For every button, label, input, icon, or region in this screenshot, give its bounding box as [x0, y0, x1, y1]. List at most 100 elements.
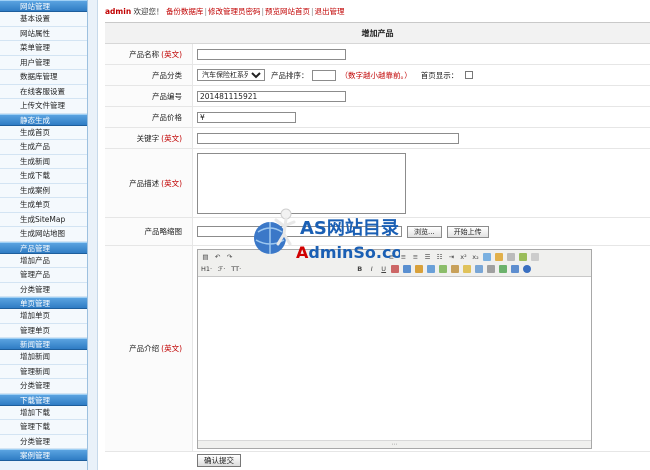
print-icon[interactable] — [507, 253, 515, 261]
sidebar-scroll-gutter[interactable] — [88, 0, 98, 470]
fullscreen-icon[interactable] — [519, 253, 527, 261]
row-keyword: 关键字 (英文) — [105, 128, 650, 149]
category-select[interactable]: 汽车保险杠系列 — [197, 69, 265, 81]
sidebar-item[interactable]: 基本设置 — [0, 12, 87, 27]
sidebar-item[interactable]: 生成案例 — [0, 183, 87, 198]
remove-format-icon[interactable] — [483, 253, 491, 261]
superscript-icon[interactable]: x² — [459, 253, 468, 262]
sidebar-item[interactable]: 增加产品 — [0, 253, 87, 268]
undo-icon[interactable]: ↶ — [213, 253, 222, 262]
top-bar: admin 欢迎您！ 备份数据库|修改管理员密码|预览网站首页|退出管理 — [105, 7, 345, 16]
indent-icon[interactable]: ⇥ — [447, 253, 456, 262]
sidebar-item[interactable]: 分类管理 — [0, 282, 87, 297]
sidebar-item[interactable]: 数据库管理 — [0, 70, 87, 85]
align-center-icon[interactable]: ≡ — [399, 253, 408, 262]
sidebar-item[interactable]: 生成单页 — [0, 198, 87, 213]
code-input[interactable] — [197, 90, 346, 102]
hr-icon[interactable] — [475, 265, 484, 273]
price-input[interactable] — [197, 111, 296, 123]
price-label: 产品价格 — [105, 107, 193, 127]
sidebar-item[interactable]: 生成新闻 — [0, 154, 87, 169]
watermark-brand: AS网站目录 — [300, 217, 399, 239]
backup-db-link[interactable]: 备份数据库 — [166, 7, 204, 16]
keyword-label: 关键字 (英文) — [105, 128, 193, 148]
sidebar-item[interactable]: 管理新闻 — [0, 364, 87, 379]
sidebar-item[interactable]: 生成下载 — [0, 169, 87, 184]
sidebar-item[interactable]: 分类管理 — [0, 434, 87, 449]
sidebar-section-header[interactable]: 静态生成 — [0, 113, 87, 126]
sidebar-item[interactable]: 管理下载 — [0, 420, 87, 435]
sort-label: 产品排序： — [271, 70, 309, 80]
row-product-name: 产品名称 (英文) — [105, 44, 650, 65]
row-code: 产品编号 — [105, 86, 650, 107]
underline-button[interactable]: U — [379, 265, 388, 274]
sidebar-item[interactable]: 分类管理 — [0, 379, 87, 394]
sidebar-item[interactable]: 增加下载 — [0, 405, 87, 420]
sidebar-item[interactable]: 增加新闻 — [0, 350, 87, 365]
preview-home-link[interactable]: 预览网站首页 — [265, 7, 310, 16]
keyword-input[interactable] — [197, 132, 459, 144]
paste-icon[interactable]: ▤ — [201, 253, 210, 262]
link-icon[interactable] — [403, 265, 412, 273]
help-icon[interactable] — [523, 265, 532, 273]
media-icon[interactable] — [439, 265, 448, 273]
bold-button[interactable]: B — [355, 265, 364, 274]
sidebar-item[interactable]: 管理产品 — [0, 268, 87, 283]
upload-button[interactable]: 开始上传 — [446, 225, 489, 238]
image-icon[interactable] — [415, 265, 424, 273]
form-title: 增加产品 — [105, 23, 650, 44]
emoticon-icon[interactable] — [463, 265, 472, 273]
username: admin — [105, 7, 132, 16]
select-all-icon[interactable] — [495, 253, 503, 261]
browse-button[interactable]: 浏览... — [407, 225, 442, 238]
font-size-dropdown[interactable]: TT· — [231, 265, 241, 273]
code-icon[interactable] — [499, 265, 508, 273]
sidebar-item[interactable]: 网站属性 — [0, 26, 87, 41]
sidebar-item[interactable]: 用户管理 — [0, 55, 87, 70]
heading-dropdown[interactable]: H1· — [201, 265, 212, 273]
home-display-checkbox[interactable] — [465, 71, 474, 79]
code-label: 产品编号 — [105, 86, 193, 106]
subscript-icon[interactable]: x₂ — [471, 253, 480, 262]
ordered-list-icon[interactable]: ☰ — [423, 253, 432, 262]
align-right-icon[interactable]: ≡ — [411, 253, 420, 262]
italic-button[interactable]: I — [367, 265, 376, 274]
flash-icon[interactable] — [427, 265, 436, 273]
sidebar: 网站管理 基本设置 网站属性 菜单管理 用户管理 数据库管理 在线客服设置 上传文件管理 静态生… — [0, 0, 88, 470]
logout-link[interactable]: 退出管理 — [315, 7, 345, 16]
sidebar-item[interactable]: 生成网站地图 — [0, 227, 87, 242]
product-name-input[interactable] — [197, 48, 346, 60]
submit-button[interactable]: 确认提交 — [197, 454, 241, 467]
sidebar-item[interactable]: 生成SiteMap — [0, 212, 87, 227]
editor-content-area[interactable] — [198, 277, 591, 440]
sidebar-item[interactable]: 管理单页 — [0, 323, 87, 338]
sidebar-section-header[interactable]: 产品管理 — [0, 241, 87, 254]
sidebar-item[interactable]: 生成产品 — [0, 140, 87, 155]
sidebar-section-header[interactable]: 案例管理 — [0, 449, 87, 461]
sidebar-item[interactable]: 生成首页 — [0, 125, 87, 140]
sort-hint: （数字越小越靠前。） — [340, 70, 412, 80]
font-dropdown[interactable]: ℱ· — [218, 265, 225, 273]
sidebar-item[interactable]: 菜单管理 — [0, 41, 87, 56]
unordered-list-icon[interactable]: ☷ — [435, 253, 444, 262]
editor-resize-handle[interactable]: ⋯ — [198, 439, 591, 448]
sidebar-item[interactable]: 上传文件管理 — [0, 99, 87, 114]
strikethrough-icon[interactable] — [391, 265, 400, 273]
table-icon[interactable] — [451, 265, 460, 273]
sidebar-section-header[interactable]: 单页管理 — [0, 297, 87, 309]
row-submit: 确认提交 — [105, 452, 650, 470]
welcome-text: 欢迎您！ — [133, 7, 164, 16]
anchor-icon[interactable] — [487, 265, 496, 273]
about-icon[interactable] — [531, 253, 539, 261]
sidebar-item[interactable]: 在线客服设置 — [0, 84, 87, 99]
sort-input[interactable] — [311, 69, 336, 81]
sidebar-section-header[interactable]: 下载管理 — [0, 393, 87, 406]
change-password-link[interactable]: 修改管理员密码 — [208, 7, 261, 16]
sidebar-item[interactable]: 增加单页 — [0, 309, 87, 324]
thumbnail-label: 产品略缩图 — [105, 218, 193, 245]
rich-text-editor: ▤ ↶ ↷ ≡ ≡ ≡ ☰ ☷ ⇥ x² x₂ H1· ℱ· TT· B I U… — [197, 248, 592, 449]
map-icon[interactable] — [511, 265, 520, 273]
sidebar-section-header[interactable]: 网站管理 — [0, 0, 87, 12]
redo-icon[interactable]: ↷ — [225, 253, 234, 262]
sidebar-section-header[interactable]: 新闻管理 — [0, 338, 87, 350]
